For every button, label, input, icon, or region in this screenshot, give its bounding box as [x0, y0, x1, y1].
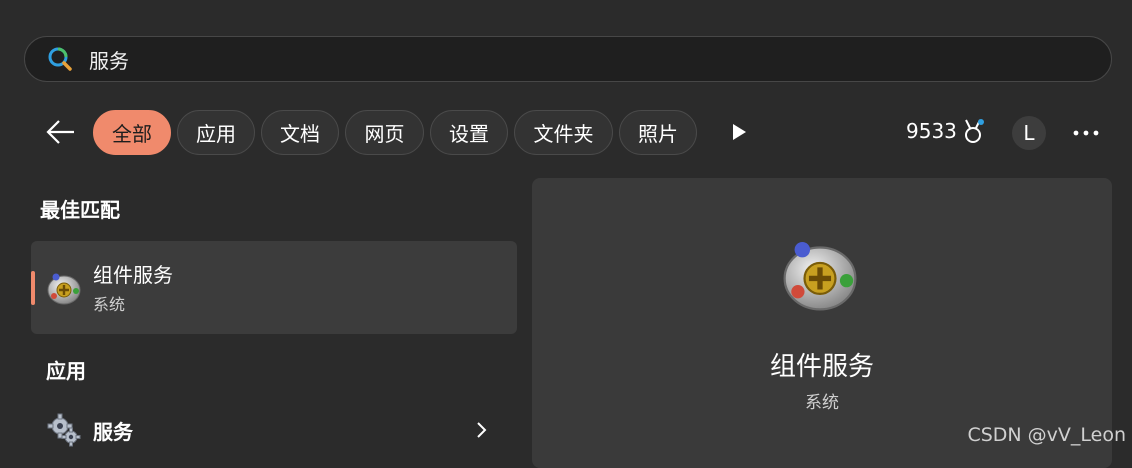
preview-title: 组件服务 [769, 352, 874, 382]
filter-chip-label: 设置 [449, 122, 489, 146]
filter-chip-settings[interactable]: 设置 [430, 110, 508, 155]
filter-chip-label: 网页 [364, 122, 405, 146]
preview-subtitle: 系统 [805, 393, 839, 413]
back-arrow-icon[interactable] [44, 118, 76, 146]
search-input[interactable]: 服务 [89, 45, 129, 74]
app-result-services[interactable]: 服务 [31, 405, 517, 453]
filter-chip-label: 文档 [280, 122, 320, 146]
rewards-points: 9533 [906, 119, 957, 143]
watermark: CSDN @vV_Leon [967, 424, 1126, 446]
filter-chip-folders[interactable]: 文件夹 [514, 110, 613, 155]
app-label: 服务 [93, 420, 133, 444]
filter-chip-documents[interactable]: 文档 [261, 110, 339, 155]
filter-chip-all[interactable]: 全部 [93, 110, 171, 155]
avatar[interactable]: L [1012, 116, 1046, 150]
gears-icon [47, 413, 81, 447]
selection-accent [31, 271, 35, 305]
play-icon[interactable] [730, 122, 748, 142]
filter-chip-apps[interactable]: 应用 [177, 110, 255, 155]
medal-icon[interactable] [960, 118, 986, 146]
filter-chip-label: 照片 [638, 122, 678, 146]
component-services-icon [47, 273, 81, 305]
result-title: 组件服务 [93, 263, 173, 287]
filter-chip-label: 应用 [196, 122, 236, 146]
section-best-match: 最佳匹配 [40, 198, 120, 222]
search-box[interactable]: 服务 [24, 36, 1112, 82]
more-icon[interactable] [1073, 130, 1099, 136]
section-apps: 应用 [46, 359, 86, 383]
filter-chip-photos[interactable]: 照片 [619, 110, 697, 155]
result-subtitle: 系统 [93, 295, 126, 314]
search-icon [48, 47, 72, 71]
component-services-icon [783, 241, 857, 311]
filter-chip-web[interactable]: 网页 [345, 110, 424, 155]
avatar-letter: L [1023, 121, 1035, 145]
filter-chip-label: 文件夹 [533, 122, 594, 146]
filter-chip-label: 全部 [112, 122, 152, 146]
best-match-result[interactable]: 组件服务 系统 [31, 241, 517, 334]
chevron-right-icon[interactable] [473, 419, 489, 441]
